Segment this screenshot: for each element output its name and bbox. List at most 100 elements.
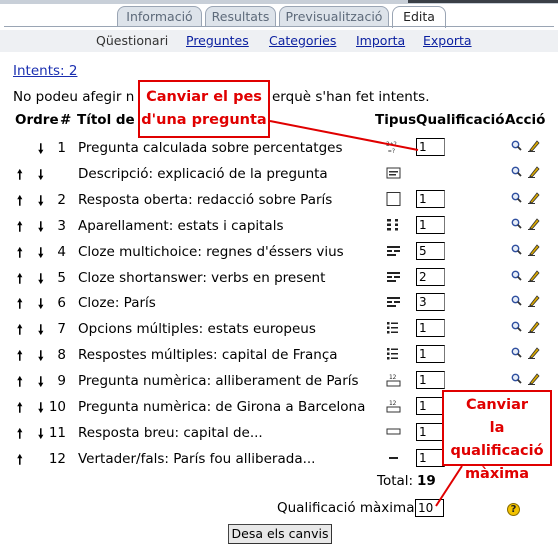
preview-icon[interactable] xyxy=(511,166,522,177)
question-number: 11 xyxy=(48,424,66,441)
attempts-link[interactable]: Intents: 2 xyxy=(13,63,77,79)
edit-icon[interactable] xyxy=(528,217,540,230)
svg-text:12: 12 xyxy=(389,400,397,407)
question-grade-input[interactable]: 5 xyxy=(416,241,445,260)
edit-icon[interactable] xyxy=(528,320,540,334)
header-number: # xyxy=(60,112,72,128)
sub-tabs: Qüestionari Preguntes Categories Importa… xyxy=(0,30,558,52)
header-action: Acció xyxy=(505,112,546,128)
tab-resultats[interactable]: Resultats xyxy=(205,6,276,26)
question-grade-input[interactable]: 1 xyxy=(416,189,445,208)
subtab-exporta[interactable]: Exporta xyxy=(423,33,472,48)
matching-icon xyxy=(386,218,402,232)
subtab-preguntes[interactable]: Preguntes xyxy=(186,33,249,48)
numerical-icon: 12 xyxy=(386,373,402,387)
callout-question-weight-line1: Canviar el pes xyxy=(146,89,262,105)
edit-icon[interactable] xyxy=(528,243,540,256)
header-type: Tipus xyxy=(375,112,417,128)
header-grade: Qualificació xyxy=(416,112,505,128)
question-grade-input[interactable]: 1 xyxy=(416,397,445,415)
move-up-icon[interactable]: 🠕 xyxy=(17,451,23,473)
header-order: Ordre xyxy=(15,112,59,128)
question-grade-input[interactable]: 1 xyxy=(416,422,445,441)
numerical-icon: 12 xyxy=(386,399,402,413)
table-row: 🠕 🠗 3 Aparellament: estats i capitals 1 xyxy=(0,215,558,241)
move-up-icon[interactable]: 🠕 xyxy=(17,295,23,317)
move-up-icon[interactable]: 🠕 xyxy=(17,425,23,447)
question-grade-input[interactable]: 1 xyxy=(416,319,445,338)
question-grade-input[interactable]: 1 xyxy=(416,345,445,364)
subtab-questionari: Qüestionari xyxy=(96,33,169,48)
truefalse-icon xyxy=(386,451,402,465)
question-grade-input[interactable]: 1 xyxy=(416,138,445,156)
edit-icon[interactable] xyxy=(528,294,540,308)
question-title: Pregunta calculada sobre percentatges xyxy=(78,140,343,156)
question-title: Resposta breu: capital de... xyxy=(78,424,263,441)
question-grade-input[interactable]: 1 xyxy=(416,215,445,234)
table-row: 🠕 🠗 6 Cloze: París 3 xyxy=(0,292,558,318)
question-title: Resposta oberta: redacció sobre París xyxy=(78,191,333,208)
question-title: Respostes múltiples: capital de França xyxy=(78,347,338,364)
notice-text-start: No podeu afegir n xyxy=(13,89,135,105)
tab-previsualitzacio[interactable]: Previsualització xyxy=(279,6,389,26)
question-title: Pregunta numèrica: alliberament de París xyxy=(78,373,359,390)
move-up-icon[interactable]: 🠕 xyxy=(17,399,23,421)
edit-icon[interactable] xyxy=(528,139,540,152)
move-up-icon[interactable]: 🠕 xyxy=(17,373,23,395)
move-up-icon[interactable]: 🠕 xyxy=(17,244,23,266)
question-number: 5 xyxy=(57,269,66,286)
question-grade-input[interactable]: 1 xyxy=(416,448,445,467)
subtab-categories[interactable]: Categories xyxy=(269,33,336,48)
subtab-importa[interactable]: Importa xyxy=(356,33,405,48)
question-title: Vertader/fals: París fou alliberada... xyxy=(78,450,316,467)
question-title: Cloze multichoice: regnes d'éssers vius xyxy=(78,243,344,260)
callout-max-grade-line3: màxima xyxy=(464,466,530,482)
preview-icon[interactable] xyxy=(511,192,522,203)
tab-edita[interactable]: Edita xyxy=(392,6,446,28)
tabs-divider xyxy=(4,26,554,27)
move-up-icon[interactable]: 🠕 xyxy=(17,218,23,240)
preview-icon[interactable] xyxy=(511,373,522,384)
edit-icon[interactable] xyxy=(528,346,540,360)
question-number: 6 xyxy=(57,295,66,312)
preview-icon[interactable] xyxy=(511,218,522,229)
preview-icon[interactable] xyxy=(511,270,522,281)
question-grade-input[interactable]: 3 xyxy=(416,293,445,312)
tab-informacio[interactable]: Informació xyxy=(117,6,202,26)
move-down-icon[interactable]: 🠗 xyxy=(38,166,44,188)
move-up-icon[interactable]: 🠕 xyxy=(17,347,23,369)
edit-icon[interactable] xyxy=(528,269,540,282)
preview-icon[interactable] xyxy=(511,295,522,307)
save-changes-button[interactable]: Desa els canvis xyxy=(228,524,332,544)
question-title: Cloze shortanswer: verbs en present xyxy=(78,269,326,286)
question-title: Cloze: París xyxy=(78,295,156,312)
question-number: 2 xyxy=(57,191,66,208)
table-row: 🠕 🠗 8 Respostes múltiples: capital de Franç… xyxy=(0,344,558,370)
edit-icon[interactable] xyxy=(528,372,540,386)
edit-icon[interactable] xyxy=(528,165,540,178)
notice-text-end: erquè s'han fet intents. xyxy=(272,89,430,105)
question-grade-input[interactable]: 1 xyxy=(416,371,445,390)
question-title: Descripció: explicació de la pregunta xyxy=(78,165,328,182)
move-up-icon[interactable]: 🠕 xyxy=(17,321,23,343)
preview-icon[interactable] xyxy=(511,140,522,151)
question-number: 1 xyxy=(57,140,66,156)
question-number: 8 xyxy=(57,347,66,364)
preview-icon[interactable] xyxy=(511,321,522,332)
preview-icon[interactable] xyxy=(511,347,522,358)
move-up-icon[interactable]: 🠕 xyxy=(17,166,23,188)
max-grade-input[interactable]: 10 xyxy=(415,499,444,517)
question-grade-input[interactable]: 2 xyxy=(416,267,445,286)
preview-icon[interactable] xyxy=(511,244,522,255)
question-number: 9 xyxy=(57,373,66,390)
table-row: 🠕 🠗 2 Resposta oberta: redacció sobre París… xyxy=(0,189,558,215)
help-icon[interactable]: ? xyxy=(507,503,520,516)
callout-max-grade-line1: Canviar xyxy=(465,397,529,413)
table-row: 🠗 1 Pregunta calculada sobre percentatges 2… xyxy=(0,137,558,163)
multichoice-icon xyxy=(386,321,402,335)
svg-text:2+2: 2+2 xyxy=(386,141,397,148)
move-up-icon[interactable]: 🠕 xyxy=(17,270,23,292)
edit-icon[interactable] xyxy=(528,191,540,204)
move-up-icon[interactable]: 🠕 xyxy=(17,192,23,214)
multichoice-icon xyxy=(386,347,402,361)
